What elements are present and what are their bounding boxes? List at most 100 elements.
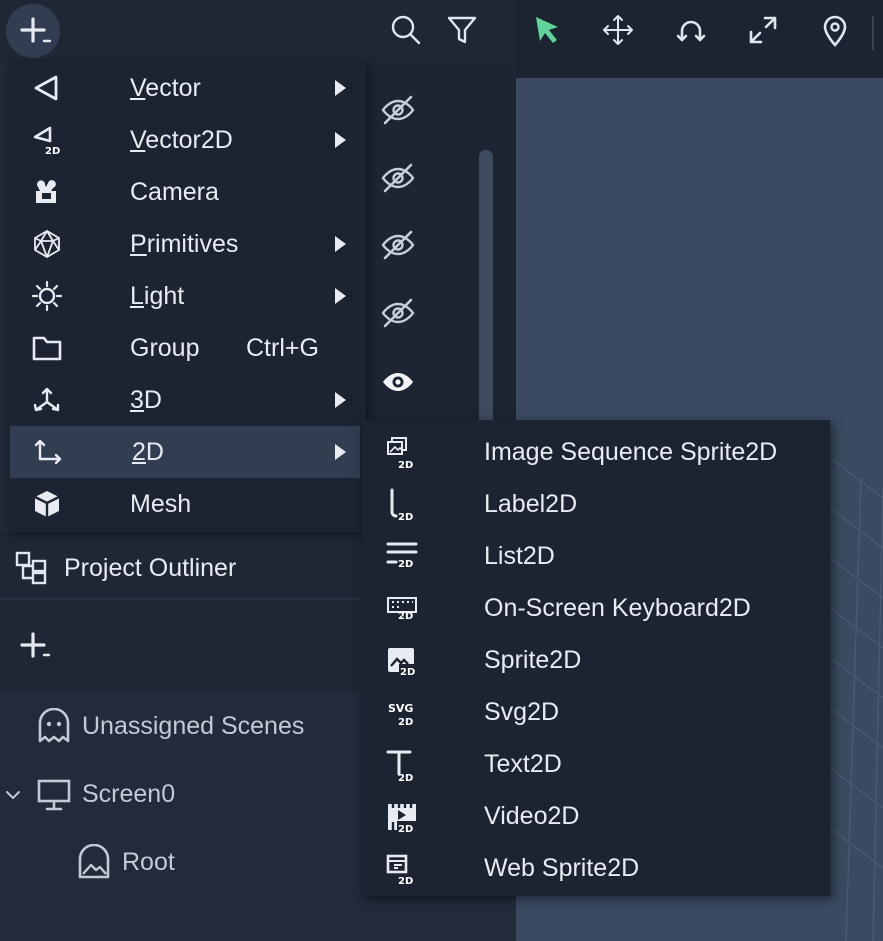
tree-item-root[interactable]: Root bbox=[0, 836, 366, 888]
submenu-item-label2d[interactable]: 2D Label2D bbox=[362, 478, 830, 530]
submenu-item-svg2d[interactable]: SVG 2D Svg2D bbox=[362, 686, 830, 738]
tree-item-unassigned-scenes[interactable]: Unassigned Scenes bbox=[0, 700, 366, 752]
menu-item-label: Camera bbox=[130, 178, 219, 206]
submenu-item-label: Sprite2D bbox=[484, 646, 582, 674]
menu-label-rest: D bbox=[143, 386, 162, 414]
menu-item-primitives[interactable]: Primitives bbox=[8, 218, 360, 270]
scrollbar-thumb[interactable] bbox=[479, 150, 493, 440]
badge-2d: 2D bbox=[398, 559, 413, 570]
menu-label-rest: D bbox=[145, 438, 164, 466]
menu-mnemonic: P bbox=[130, 230, 147, 258]
submenu-arrow-icon bbox=[335, 132, 346, 148]
visibility-toggle[interactable] bbox=[380, 160, 416, 196]
select-tool-button[interactable] bbox=[530, 12, 566, 48]
submenu-arrow-icon bbox=[335, 80, 346, 96]
menu-item-vector2d[interactable]: 2D Vector2D bbox=[8, 114, 360, 166]
menu-item-mesh[interactable]: Mesh bbox=[8, 478, 360, 530]
menu-mnemonic: V bbox=[130, 74, 146, 102]
outliner-add-button[interactable] bbox=[14, 626, 54, 666]
eye-off-icon bbox=[381, 230, 415, 260]
monitor-icon bbox=[37, 779, 71, 811]
menu-mnemonic: 2 bbox=[132, 438, 146, 466]
submenu-item-sprite2d[interactable]: 2D Sprite2D bbox=[362, 634, 830, 686]
sprite-2d-icon: 2D bbox=[388, 648, 418, 678]
badge-2d: 2D bbox=[398, 773, 413, 782]
badge-2d: 2D bbox=[398, 611, 413, 622]
move-tool-button[interactable] bbox=[600, 12, 636, 48]
rotate-tool-button[interactable] bbox=[673, 12, 709, 48]
visibility-toggle[interactable] bbox=[380, 295, 416, 331]
tree-item-label: Root bbox=[122, 848, 175, 876]
badge-2d: 2D bbox=[398, 717, 413, 728]
scene-root-icon bbox=[78, 844, 110, 879]
menu-item-vector[interactable]: Vector bbox=[8, 62, 360, 114]
tree-item-label: Screen0 bbox=[82, 780, 176, 808]
submenu-item-label: Video2D bbox=[484, 802, 580, 830]
visibility-toggle[interactable] bbox=[380, 364, 416, 400]
visibility-toggle[interactable] bbox=[380, 92, 416, 128]
submenu-item-text2d[interactable]: 2D Text2D bbox=[362, 738, 830, 790]
menu-label-rest: ight bbox=[143, 282, 185, 310]
menu-label-rest: rimitives bbox=[146, 230, 239, 258]
camera-icon bbox=[36, 180, 56, 203]
outliner-icon bbox=[15, 551, 47, 585]
search-button[interactable] bbox=[388, 12, 424, 48]
outliner-toolbar bbox=[0, 0, 516, 62]
submenu-item-on-screen-keyboard2d[interactable]: 2D On-Screen Keyboard2D bbox=[362, 582, 830, 634]
filter-button[interactable] bbox=[444, 12, 480, 48]
toolbar-divider bbox=[872, 16, 874, 50]
search-icon bbox=[391, 15, 421, 45]
folder-icon bbox=[32, 336, 62, 361]
menu-item-camera[interactable]: Camera bbox=[8, 166, 360, 218]
submenu-item-label: Image Sequence Sprite2D bbox=[484, 438, 778, 466]
label-2d-icon: 2D bbox=[390, 488, 413, 522]
sun-icon bbox=[32, 281, 62, 311]
axes-3d-icon bbox=[33, 387, 60, 412]
add-button[interactable] bbox=[6, 4, 60, 58]
menu-item-label: Group bbox=[130, 334, 200, 362]
submenu-item-label: On-Screen Keyboard2D bbox=[484, 594, 751, 622]
menu-shortcut: Ctrl+G bbox=[246, 334, 319, 362]
submenu-item-label: Text2D bbox=[484, 750, 562, 778]
create-menu: Vector 2D Vector2D Camera Primitives Lig… bbox=[8, 62, 366, 532]
move-arrows-icon bbox=[603, 15, 633, 45]
submenu-item-image-sequence-sprite2d[interactable]: 2D Image Sequence Sprite2D bbox=[362, 426, 830, 478]
scale-tool-button[interactable] bbox=[745, 12, 781, 48]
rotate-icon bbox=[676, 20, 706, 42]
submenu-item-list2d[interactable]: 2D List2D bbox=[362, 530, 830, 582]
menu-label-rest: ector2D bbox=[145, 126, 233, 154]
visibility-toggle[interactable] bbox=[380, 227, 416, 263]
submenu-item-label: Web Sprite2D bbox=[484, 854, 640, 882]
chevron-down-icon[interactable] bbox=[4, 786, 22, 804]
image-sequence-2d-icon: 2D bbox=[387, 437, 413, 470]
video-2d-icon: 2D bbox=[388, 804, 417, 834]
plus-icon bbox=[20, 17, 52, 43]
svg-text: SVG bbox=[388, 702, 413, 715]
eye-off-icon bbox=[381, 298, 415, 328]
eye-off-icon bbox=[381, 163, 415, 193]
tree-item-screen0[interactable]: Screen0 bbox=[0, 768, 366, 820]
submenu-item-label: Svg2D bbox=[484, 698, 560, 726]
list-2d-icon: 2D bbox=[386, 542, 418, 570]
menu-item-3d[interactable]: 3D bbox=[8, 374, 360, 426]
badge-2d: 2D bbox=[398, 460, 413, 470]
pin-tool-button[interactable] bbox=[817, 12, 853, 48]
submenu-2d: 2D Image Sequence Sprite2D 2D Label2D 2D… bbox=[362, 420, 830, 896]
menu-item-group[interactable]: Group Ctrl+G bbox=[8, 322, 360, 374]
map-pin-icon bbox=[823, 15, 847, 47]
vector-icon bbox=[34, 75, 58, 101]
submenu-item-web-sprite2d[interactable]: 2D Web Sprite2D bbox=[362, 842, 830, 894]
ghost-icon bbox=[38, 708, 70, 743]
submenu-arrow-icon bbox=[335, 236, 346, 252]
svg-2d-icon: SVG 2D bbox=[388, 702, 413, 728]
cursor-arrow-icon bbox=[536, 17, 558, 43]
plus-icon bbox=[20, 632, 51, 658]
eye-icon bbox=[383, 373, 413, 391]
badge-2d: 2D bbox=[400, 667, 415, 678]
tree-item-label: Unassigned Scenes bbox=[82, 712, 305, 740]
submenu-arrow-icon bbox=[335, 444, 346, 460]
submenu-item-video2d[interactable]: 2D Video2D bbox=[362, 790, 830, 842]
menu-item-light[interactable]: Light bbox=[8, 270, 360, 322]
submenu-arrow-icon bbox=[335, 392, 346, 408]
menu-item-2d[interactable]: 2D bbox=[10, 426, 360, 478]
